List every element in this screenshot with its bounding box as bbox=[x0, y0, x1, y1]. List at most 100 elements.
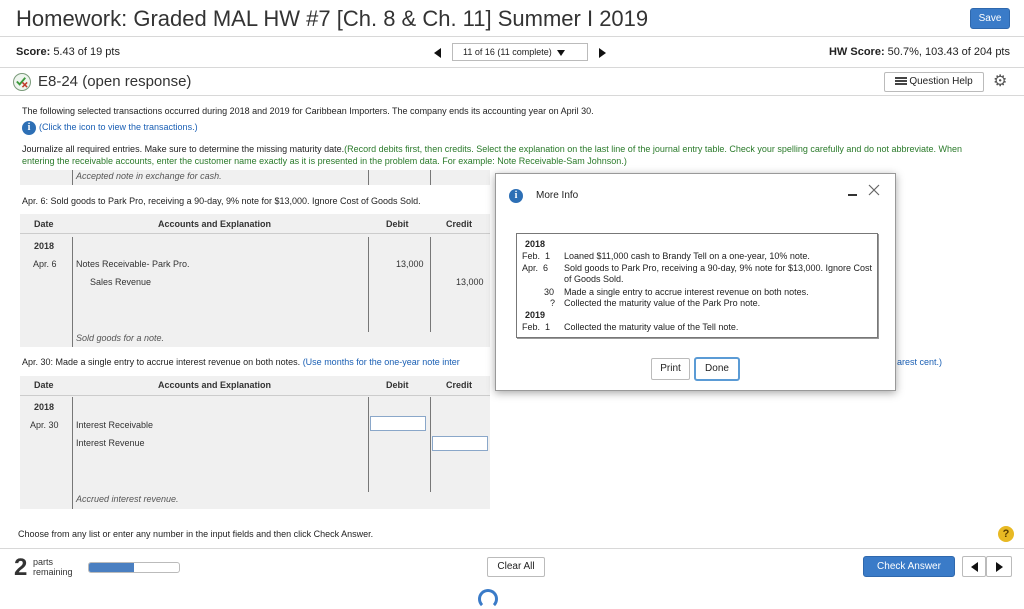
instructions-text: Journalize all required entries. Make su… bbox=[22, 144, 345, 154]
prev-part-button[interactable] bbox=[962, 556, 986, 577]
prev-question-arrow[interactable] bbox=[434, 48, 441, 58]
entry1-row1-account: Notes Receivable- Park Pro. bbox=[76, 259, 190, 269]
entry1-date: Apr. 6 bbox=[33, 259, 57, 269]
question-help-label: Question Help bbox=[909, 76, 973, 87]
entry1-col-divider bbox=[368, 237, 369, 332]
help-icon[interactable]: ? bbox=[998, 526, 1014, 542]
check-answer-button[interactable]: Check Answer bbox=[863, 556, 955, 577]
question-title: E8-24 (open response) bbox=[38, 73, 192, 90]
left-arrow-icon bbox=[971, 562, 978, 572]
entry2-debit-header: Debit bbox=[386, 380, 409, 390]
right-arrow-icon bbox=[996, 562, 1003, 572]
entry2-date-header: Date bbox=[34, 380, 54, 390]
question-selector-label: 11 of 16 (11 complete) bbox=[463, 47, 552, 57]
entry2-row1-account: Interest Receivable bbox=[76, 420, 154, 430]
list-icon bbox=[895, 77, 908, 86]
entry1-row2-credit: 13,000 bbox=[456, 277, 484, 287]
hw-score-value: 50.7%, 103.43 of 204 pts bbox=[887, 46, 1010, 58]
more-info-dialog: i More Info 2018 Feb. 1 Loaned $11,000 c… bbox=[495, 173, 896, 391]
transactions-box: 2018 Feb. 1 Loaned $11,000 cash to Brand… bbox=[516, 233, 878, 338]
entry2-prompt: Apr. 30: Made a single entry to accrue i… bbox=[22, 357, 460, 367]
entry1-row1-debit: 13,000 bbox=[396, 259, 424, 269]
transaction-date: Feb. 1 bbox=[522, 322, 551, 332]
question-help-button[interactable]: Question Help bbox=[884, 72, 984, 92]
info-icon[interactable]: i bbox=[22, 121, 36, 135]
entry1-header-line bbox=[20, 233, 490, 234]
entry2-prompt-hint: (Use months for the one-year note inter bbox=[302, 357, 460, 367]
entry2-col-divider bbox=[368, 397, 369, 492]
score-value: 5.43 of 19 pts bbox=[53, 46, 120, 58]
print-button[interactable]: Print bbox=[651, 358, 690, 380]
score-divider bbox=[0, 67, 1024, 68]
entry2-col-divider bbox=[430, 397, 431, 492]
transaction-text: Sold goods to Park Pro, receiving a 90-d… bbox=[564, 263, 873, 284]
transaction-text: Loaned $11,000 cash to Brandy Tell on a … bbox=[564, 251, 810, 261]
transaction-text: Collected the maturity value of the Park… bbox=[564, 298, 761, 308]
score-label: Score: bbox=[16, 46, 51, 58]
entry2-credit-header: Credit bbox=[446, 380, 473, 390]
entry1-year: 2018 bbox=[34, 241, 55, 251]
partial-row-explanation: Accepted note in exchange for cash. bbox=[76, 171, 222, 181]
entry2-accounts-header: Accounts and Explanation bbox=[158, 380, 272, 390]
entry2-prompt-tail: arest cent.) bbox=[897, 357, 943, 367]
entry1-row2-account: Sales Revenue bbox=[90, 277, 152, 287]
year-2019: 2019 bbox=[525, 310, 546, 320]
intro-text: The following selected transactions occu… bbox=[22, 106, 594, 116]
partial-row-divider bbox=[430, 170, 431, 185]
info-icon: i bbox=[509, 189, 523, 203]
progress-bar bbox=[88, 562, 180, 573]
transaction-text: Collected the maturity value of the Tell… bbox=[564, 322, 739, 332]
transaction-date: Feb. 1 bbox=[522, 251, 551, 261]
page-title: Homework: Graded MAL HW #7 [Ch. 8 & Ch. … bbox=[16, 6, 649, 31]
entry1-explanation: Sold goods for a note. bbox=[76, 333, 165, 343]
entry2-date: Apr. 30 bbox=[30, 420, 59, 430]
transaction-text: Made a single entry to accrue interest r… bbox=[564, 287, 809, 297]
partial-row-divider bbox=[368, 170, 369, 185]
interest-revenue-credit-input[interactable] bbox=[432, 436, 488, 451]
close-icon[interactable] bbox=[867, 183, 881, 197]
entry1-date-header: Date bbox=[34, 219, 54, 229]
hw-score-label: HW Score: bbox=[828, 46, 885, 58]
header-divider bbox=[0, 36, 1024, 37]
next-question-arrow[interactable] bbox=[599, 48, 606, 58]
entry1-col-divider bbox=[430, 237, 431, 332]
footer-divider bbox=[0, 548, 1024, 549]
entry2-prompt-text: Apr. 30: Made a single entry to accrue i… bbox=[22, 357, 301, 367]
minimize-icon[interactable] bbox=[848, 194, 857, 196]
save-button[interactable]: Save bbox=[970, 8, 1010, 29]
entry1-accounts-header: Accounts and Explanation bbox=[158, 219, 272, 229]
dialog-title: More Info bbox=[536, 190, 579, 201]
partial-credit-icon bbox=[13, 73, 31, 91]
entry1-debit-header: Debit bbox=[386, 219, 409, 229]
remaining-label: remaining bbox=[33, 567, 73, 577]
question-divider bbox=[0, 95, 1024, 96]
entry2-header-line bbox=[20, 395, 490, 396]
entry2-row2-account: Interest Revenue bbox=[76, 438, 145, 448]
entry1-credit-header: Credit bbox=[446, 219, 473, 229]
parts-label: parts bbox=[33, 557, 54, 567]
clear-all-button[interactable]: Clear All bbox=[487, 557, 545, 577]
done-button[interactable]: Done bbox=[694, 357, 740, 381]
parts-remaining-count: 2 bbox=[14, 554, 28, 581]
score-display: Score: 5.43 of 19 pts bbox=[16, 46, 120, 58]
question-selector[interactable]: 11 of 16 (11 complete) bbox=[452, 43, 588, 61]
view-transactions-link[interactable]: (Click the icon to view the transactions… bbox=[39, 122, 198, 132]
loading-indicator bbox=[478, 589, 498, 609]
entry2-explanation: Accrued interest revenue. bbox=[76, 494, 179, 504]
interest-receivable-debit-input[interactable] bbox=[370, 416, 426, 431]
choose-instruction: Choose from any list or enter any number… bbox=[18, 529, 374, 539]
gear-icon[interactable]: ⚙ bbox=[993, 74, 1009, 90]
progress-fill bbox=[89, 563, 134, 572]
transaction-date: 30 bbox=[544, 287, 555, 297]
partial-row-divider bbox=[72, 170, 73, 185]
instructions: Journalize all required entries. Make su… bbox=[22, 143, 982, 167]
entry2-col-divider bbox=[72, 397, 73, 509]
transaction-date: Apr. 6 bbox=[522, 263, 549, 273]
chevron-down-icon bbox=[557, 49, 566, 56]
entry1-prompt: Apr. 6: Sold goods to Park Pro, receivin… bbox=[22, 196, 421, 206]
year-2018: 2018 bbox=[525, 239, 546, 249]
hw-score-display: HW Score: 50.7%, 103.43 of 204 pts bbox=[829, 46, 1010, 58]
next-part-button[interactable] bbox=[986, 556, 1012, 577]
entry1-col-divider bbox=[72, 237, 73, 347]
entry2-year: 2018 bbox=[34, 402, 55, 412]
